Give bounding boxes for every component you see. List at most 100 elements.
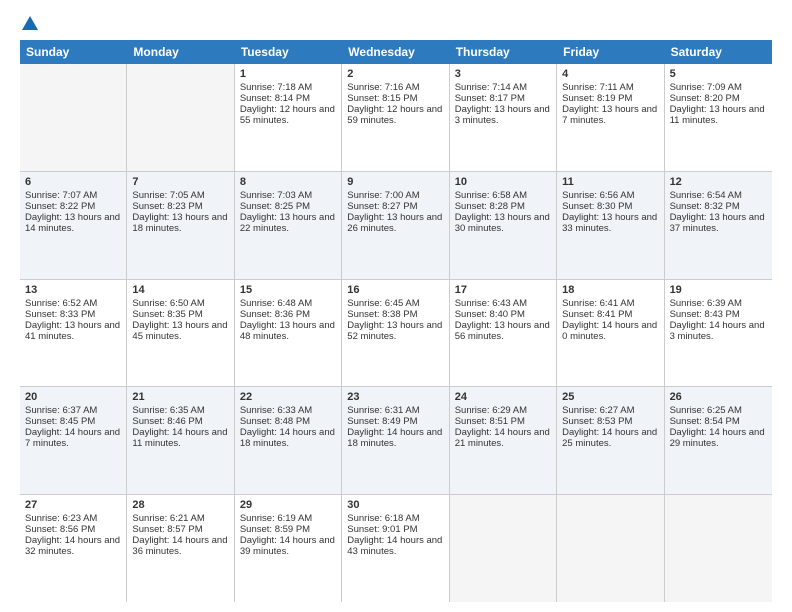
calendar-cell: 5Sunrise: 7:09 AMSunset: 8:20 PMDaylight… bbox=[665, 64, 772, 171]
daylight-text: Daylight: 13 hours and 30 minutes. bbox=[455, 212, 551, 234]
daylight-text: Daylight: 13 hours and 45 minutes. bbox=[132, 320, 228, 342]
daylight-text: Daylight: 13 hours and 14 minutes. bbox=[25, 212, 121, 234]
sunset-text: Sunset: 8:56 PM bbox=[25, 524, 121, 535]
sunset-text: Sunset: 8:20 PM bbox=[670, 93, 767, 104]
sunset-text: Sunset: 8:43 PM bbox=[670, 309, 767, 320]
daylight-text: Daylight: 13 hours and 3 minutes. bbox=[455, 104, 551, 126]
sunrise-text: Sunrise: 6:29 AM bbox=[455, 405, 551, 416]
day-number: 27 bbox=[25, 499, 121, 511]
weekday-header: Friday bbox=[557, 40, 664, 64]
daylight-text: Daylight: 14 hours and 18 minutes. bbox=[347, 427, 443, 449]
calendar-week-row: 20Sunrise: 6:37 AMSunset: 8:45 PMDayligh… bbox=[20, 387, 772, 495]
sunrise-text: Sunrise: 6:27 AM bbox=[562, 405, 658, 416]
sunrise-text: Sunrise: 6:43 AM bbox=[455, 298, 551, 309]
sunset-text: Sunset: 8:25 PM bbox=[240, 201, 336, 212]
sunrise-text: Sunrise: 6:35 AM bbox=[132, 405, 228, 416]
sunrise-text: Sunrise: 6:56 AM bbox=[562, 190, 658, 201]
daylight-text: Daylight: 13 hours and 22 minutes. bbox=[240, 212, 336, 234]
daylight-text: Daylight: 12 hours and 55 minutes. bbox=[240, 104, 336, 126]
calendar-header: SundayMondayTuesdayWednesdayThursdayFrid… bbox=[20, 40, 772, 64]
sunset-text: Sunset: 8:49 PM bbox=[347, 416, 443, 427]
calendar-cell bbox=[127, 64, 234, 171]
logo-text bbox=[20, 16, 38, 32]
calendar-cell bbox=[450, 495, 557, 602]
calendar-cell: 30Sunrise: 6:18 AMSunset: 9:01 PMDayligh… bbox=[342, 495, 449, 602]
calendar-cell: 10 Sunrise: 6:58 AMSunset: 8:28 PMDayligh… bbox=[450, 172, 557, 279]
calendar-cell: 11Sunrise: 6:56 AMSunset: 8:30 PMDayligh… bbox=[557, 172, 664, 279]
sunrise-text: Sunrise: 6:41 AM bbox=[562, 298, 658, 309]
calendar-cell: 27Sunrise: 6:23 AMSunset: 8:56 PMDayligh… bbox=[20, 495, 127, 602]
sunrise-text: Sunrise: 6:54 AM bbox=[670, 190, 767, 201]
calendar-cell bbox=[557, 495, 664, 602]
calendar-cell: 24Sunrise: 6:29 AMSunset: 8:51 PMDayligh… bbox=[450, 387, 557, 494]
sunrise-text: Sunrise: 7:16 AM bbox=[347, 82, 443, 93]
calendar-cell: 19Sunrise: 6:39 AMSunset: 8:43 PMDayligh… bbox=[665, 280, 772, 387]
day-number: 24 bbox=[455, 391, 551, 403]
day-number: 6 bbox=[25, 176, 121, 188]
daylight-text: Daylight: 14 hours and 18 minutes. bbox=[240, 427, 336, 449]
day-number: 10 bbox=[455, 176, 551, 188]
sunrise-text: Sunrise: 6:48 AM bbox=[240, 298, 336, 309]
daylight-text: Daylight: 14 hours and 11 minutes. bbox=[132, 427, 228, 449]
day-number: 21 bbox=[132, 391, 228, 403]
calendar-cell: 12Sunrise: 6:54 AMSunset: 8:32 PMDayligh… bbox=[665, 172, 772, 279]
calendar-cell: 20Sunrise: 6:37 AMSunset: 8:45 PMDayligh… bbox=[20, 387, 127, 494]
day-number: 29 bbox=[240, 499, 336, 511]
sunrise-text: Sunrise: 6:58 AM bbox=[455, 190, 551, 201]
calendar-week-row: 1Sunrise: 7:18 AMSunset: 8:14 PMDaylight… bbox=[20, 64, 772, 172]
weekday-header: Thursday bbox=[450, 40, 557, 64]
calendar-week-row: 27Sunrise: 6:23 AMSunset: 8:56 PMDayligh… bbox=[20, 495, 772, 602]
weekday-header: Tuesday bbox=[235, 40, 342, 64]
daylight-text: Daylight: 13 hours and 7 minutes. bbox=[562, 104, 658, 126]
sunset-text: Sunset: 8:22 PM bbox=[25, 201, 121, 212]
sunrise-text: Sunrise: 7:09 AM bbox=[670, 82, 767, 93]
sunrise-text: Sunrise: 7:03 AM bbox=[240, 190, 336, 201]
sunrise-text: Sunrise: 6:33 AM bbox=[240, 405, 336, 416]
sunset-text: Sunset: 8:23 PM bbox=[132, 201, 228, 212]
header bbox=[20, 16, 772, 32]
calendar-week-row: 13Sunrise: 6:52 AMSunset: 8:33 PMDayligh… bbox=[20, 280, 772, 388]
sunset-text: Sunset: 8:28 PM bbox=[455, 201, 551, 212]
day-number: 19 bbox=[670, 284, 767, 296]
daylight-text: Daylight: 14 hours and 3 minutes. bbox=[670, 320, 767, 342]
daylight-text: Daylight: 14 hours and 36 minutes. bbox=[132, 535, 228, 557]
day-number: 18 bbox=[562, 284, 658, 296]
calendar-cell: 26Sunrise: 6:25 AMSunset: 8:54 PMDayligh… bbox=[665, 387, 772, 494]
daylight-text: Daylight: 14 hours and 43 minutes. bbox=[347, 535, 443, 557]
sunset-text: Sunset: 8:48 PM bbox=[240, 416, 336, 427]
sunset-text: Sunset: 8:27 PM bbox=[347, 201, 443, 212]
day-number: 14 bbox=[132, 284, 228, 296]
calendar-cell: 9Sunrise: 7:00 AMSunset: 8:27 PMDaylight… bbox=[342, 172, 449, 279]
day-number: 11 bbox=[562, 176, 658, 188]
calendar-cell: 15 Sunrise: 6:48 AMSunset: 8:36 PMDayligh… bbox=[235, 280, 342, 387]
day-number: 16 bbox=[347, 284, 443, 296]
calendar-cell: 29Sunrise: 6:19 AMSunset: 8:59 PMDayligh… bbox=[235, 495, 342, 602]
daylight-text: Daylight: 13 hours and 41 minutes. bbox=[25, 320, 121, 342]
sunrise-text: Sunrise: 7:07 AM bbox=[25, 190, 121, 201]
day-number: 25 bbox=[562, 391, 658, 403]
weekday-header: Sunday bbox=[20, 40, 127, 64]
sunset-text: Sunset: 8:36 PM bbox=[240, 309, 336, 320]
calendar-cell: 8 Sunrise: 7:03 AMSunset: 8:25 PMDaylight… bbox=[235, 172, 342, 279]
day-number: 7 bbox=[132, 176, 228, 188]
calendar-cell: 22Sunrise: 6:33 AMSunset: 8:48 PMDayligh… bbox=[235, 387, 342, 494]
sunrise-text: Sunrise: 6:37 AM bbox=[25, 405, 121, 416]
weekday-header: Saturday bbox=[665, 40, 772, 64]
sunset-text: Sunset: 8:38 PM bbox=[347, 309, 443, 320]
weekday-header: Wednesday bbox=[342, 40, 449, 64]
calendar-body: 1Sunrise: 7:18 AMSunset: 8:14 PMDaylight… bbox=[20, 64, 772, 602]
day-number: 15 bbox=[240, 284, 336, 296]
daylight-text: Daylight: 12 hours and 59 minutes. bbox=[347, 104, 443, 126]
sunset-text: Sunset: 8:14 PM bbox=[240, 93, 336, 104]
calendar-cell: 13Sunrise: 6:52 AMSunset: 8:33 PMDayligh… bbox=[20, 280, 127, 387]
day-number: 8 bbox=[240, 176, 336, 188]
daylight-text: Daylight: 13 hours and 48 minutes. bbox=[240, 320, 336, 342]
calendar-cell: 21Sunrise: 6:35 AMSunset: 8:46 PMDayligh… bbox=[127, 387, 234, 494]
day-number: 2 bbox=[347, 68, 443, 80]
calendar-cell: 4Sunrise: 7:11 AMSunset: 8:19 PMDaylight… bbox=[557, 64, 664, 171]
sunset-text: Sunset: 8:53 PM bbox=[562, 416, 658, 427]
calendar-cell: 14Sunrise: 6:50 AMSunset: 8:35 PMDayligh… bbox=[127, 280, 234, 387]
sunset-text: Sunset: 8:15 PM bbox=[347, 93, 443, 104]
calendar-cell: 28Sunrise: 6:21 AMSunset: 8:57 PMDayligh… bbox=[127, 495, 234, 602]
day-number: 1 bbox=[240, 68, 336, 80]
